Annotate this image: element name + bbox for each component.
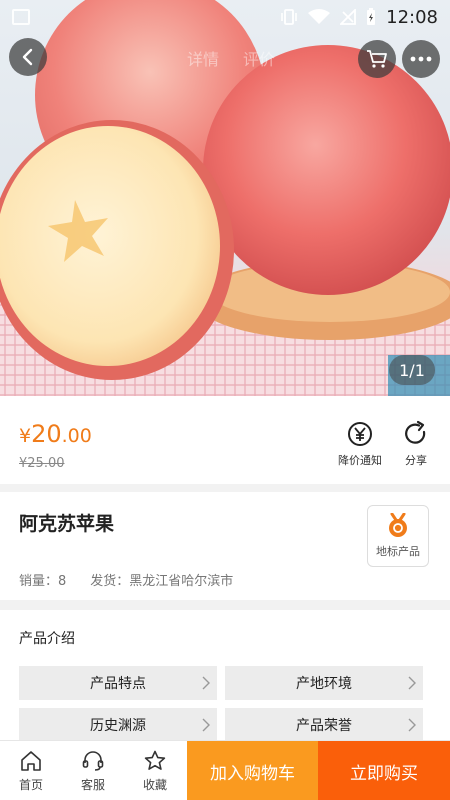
back-icon — [22, 48, 33, 66]
share-button[interactable]: 分享 — [402, 420, 430, 468]
price-integer: 20 — [31, 420, 62, 448]
service-tab[interactable]: 客服 — [62, 741, 124, 800]
intro-item-label: 产品特点 — [90, 676, 146, 692]
chevron-right-icon — [202, 676, 210, 690]
back-button[interactable] — [9, 38, 47, 76]
wifi-icon — [308, 9, 331, 24]
notification-icon — [12, 9, 30, 25]
cart-button[interactable] — [358, 40, 396, 78]
service-label: 客服 — [80, 777, 105, 792]
intro-title: 产品介绍 — [19, 631, 75, 647]
chevron-right-icon — [408, 676, 416, 690]
intro-item-origin[interactable]: 产地环境 — [225, 666, 423, 700]
geo-product-badge[interactable]: 地标产品 — [367, 505, 429, 567]
more-button[interactable] — [402, 40, 440, 78]
intro-item-history[interactable]: 历史渊源 — [19, 708, 217, 742]
add-to-cart-button[interactable]: 加入购物车 — [187, 741, 318, 800]
tab-reviews[interactable]: 评价 — [243, 46, 275, 70]
intro-item-label: 产品荣誉 — [296, 718, 352, 734]
battery-icon — [367, 8, 376, 25]
top-nav: 详情 评价 — [0, 38, 450, 78]
currency-symbol: ¥ — [19, 425, 32, 447]
intro-item-label: 产地环境 — [296, 676, 352, 692]
service-icon — [82, 750, 104, 771]
home-label: 首页 — [18, 777, 43, 792]
original-price: ¥25.00 — [19, 456, 65, 471]
price-alert-icon — [348, 422, 372, 446]
geo-badge-label: 地标产品 — [376, 545, 420, 558]
intro-item-features[interactable]: 产品特点 — [19, 666, 217, 700]
product-intro-section: 产品介绍 产品特点 产地环境 历史渊源 产品荣誉 — [0, 610, 450, 750]
more-icon — [410, 56, 432, 62]
product-meta: 销量：8 发货：黑龙江省哈尔滨市 — [19, 570, 233, 589]
price-section: ¥20.00 ¥25.00 降价通知 分享 — [0, 396, 450, 484]
price-decimal: .00 — [61, 425, 92, 447]
home-tab[interactable]: 首页 — [0, 741, 62, 800]
cart-icon — [367, 50, 387, 68]
status-bar: 12:08 — [0, 0, 450, 34]
product-title: 阿克苏苹果 — [19, 513, 115, 535]
tab-detail[interactable]: 详情 — [187, 46, 219, 70]
ship-from: 发货：黑龙江省哈尔滨市 — [90, 574, 234, 589]
buy-now-button[interactable]: 立即购买 — [318, 741, 450, 800]
price-alert-label: 降价通知 — [338, 454, 382, 467]
chevron-right-icon — [202, 718, 210, 732]
geo-badge-icon — [389, 513, 407, 537]
chevron-right-icon — [408, 718, 416, 732]
intro-item-honors[interactable]: 产品荣誉 — [225, 708, 423, 742]
vibrate-icon — [281, 9, 297, 25]
share-icon — [405, 420, 426, 444]
star-icon — [144, 750, 166, 770]
top-tabs: 详情 评价 — [187, 46, 275, 70]
price-alert-button[interactable]: 降价通知 — [338, 420, 382, 468]
product-info-section: 阿克苏苹果 地标产品 销量：8 发货：黑龙江省哈尔滨市 — [0, 492, 450, 600]
share-label: 分享 — [405, 454, 427, 467]
home-icon — [21, 750, 41, 771]
clock: 12:08 — [386, 6, 438, 28]
sales-count: 销量：8 — [19, 574, 67, 589]
favorite-label: 收藏 — [142, 777, 167, 792]
signal-off-icon — [340, 9, 357, 25]
bottom-bar: 首页 客服 收藏 加入购物车 立即购买 — [0, 740, 450, 800]
image-page-indicator: 1/1 — [389, 355, 435, 385]
intro-item-label: 历史渊源 — [90, 718, 146, 734]
current-price: ¥20.00 — [19, 420, 92, 448]
favorite-tab[interactable]: 收藏 — [124, 741, 186, 800]
intro-grid: 产品特点 产地环境 历史渊源 产品荣誉 — [19, 666, 425, 742]
